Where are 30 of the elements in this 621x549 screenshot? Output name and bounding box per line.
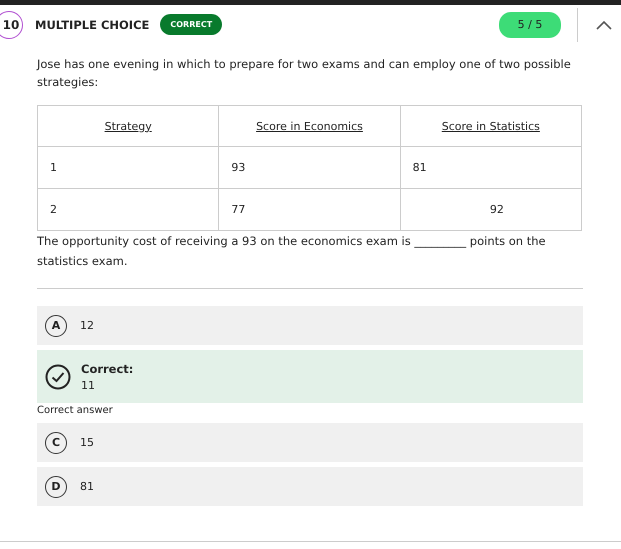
table-cell: 2	[38, 188, 219, 230]
correct-answer-note: Correct answer	[37, 405, 114, 416]
option-value: 81	[80, 480, 94, 493]
table-cell: 1	[38, 146, 219, 188]
chevron-up-icon	[596, 20, 612, 30]
table-cell: 77	[218, 188, 400, 230]
answer-option[interactable]: C 15	[37, 423, 583, 462]
question-text: The opportunity cost of receiving a 93 on the economics exam is _________ points on the statistics exam.	[37, 233, 547, 270]
column-header: Score in Statistics	[442, 120, 540, 132]
table-cell: 93	[218, 146, 400, 188]
option-value: 15	[80, 436, 94, 449]
option-letter: C	[45, 432, 67, 454]
column-header: Score in Economics	[256, 120, 363, 132]
correct-label: Correct:	[81, 362, 134, 376]
column-header: Strategy	[104, 120, 152, 132]
answer-option[interactable]: D 81	[37, 467, 583, 506]
score-badge: 5 / 5	[499, 12, 561, 38]
option-value: 11	[81, 378, 96, 392]
table-cell: 81	[400, 146, 582, 188]
question-number: 10	[0, 10, 23, 38]
option-letter: A	[45, 314, 67, 336]
option-value: 12	[80, 319, 94, 332]
status-badge: CORRECT	[160, 14, 222, 35]
check-circle-icon	[45, 364, 71, 390]
question-type: MULTIPLE CHOICE	[35, 18, 150, 32]
correct-answer-option[interactable]: Correct: 11	[37, 350, 583, 403]
answer-option[interactable]: A 12	[37, 306, 583, 345]
question-prompt: Jose has one evening in which to prepare for two exams and can employ one of two possible strategies:	[37, 56, 572, 91]
table-cell: 92	[400, 188, 582, 230]
option-letter: D	[45, 476, 67, 498]
